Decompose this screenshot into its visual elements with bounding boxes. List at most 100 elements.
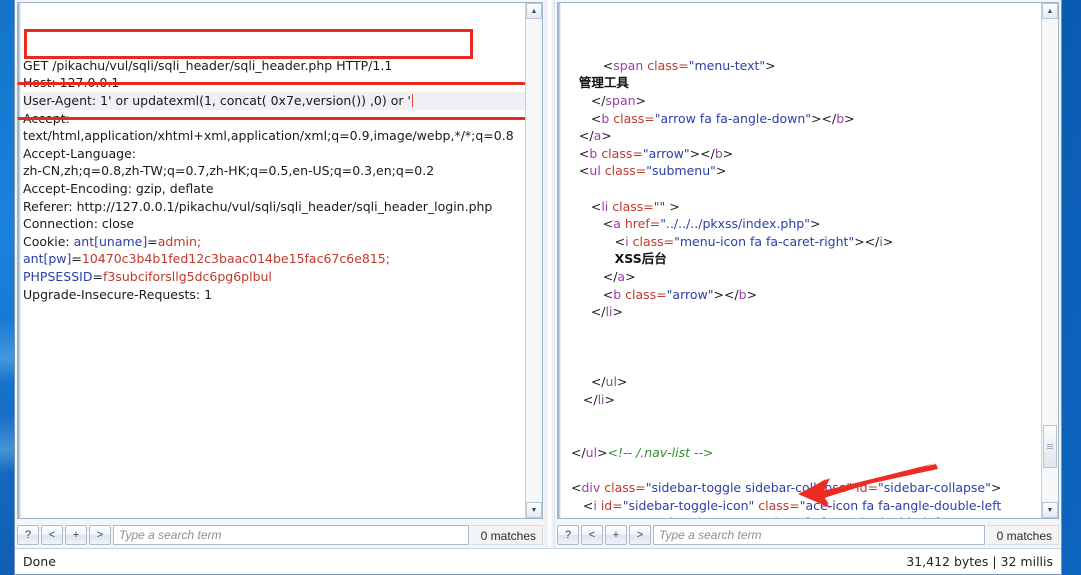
request-scroll-track[interactable] <box>526 19 542 502</box>
request-line[interactable]: ant[pw]=10470c3b4b1fed12c3baac014be15fac… <box>23 250 525 268</box>
response-line[interactable]: <b class="arrow fa fa-angle-down"></b> <box>563 110 1041 128</box>
scroll-down-icon[interactable]: ▼ <box>1042 502 1058 518</box>
response-line[interactable]: <ul class="submenu"> <box>563 162 1041 180</box>
find-next-button[interactable]: > <box>89 524 111 545</box>
response-line[interactable]: </ul> <box>563 373 1041 391</box>
annotation-strike-overlay <box>18 82 525 86</box>
code-token: </ <box>590 92 606 108</box>
response-line[interactable]: <div class="sidebar-toggle sidebar-colla… <box>563 479 1041 497</box>
request-line[interactable]: Referer: http://127.0.0.1/pikachu/vul/sq… <box>23 198 525 216</box>
code-token: span <box>613 57 648 73</box>
code-token: > <box>990 480 1002 496</box>
scroll-up-icon[interactable]: ▲ <box>1042 3 1058 19</box>
code-token: < <box>590 198 602 214</box>
pane-splitter[interactable] <box>545 0 555 548</box>
request-line[interactable]: Cookie: ant[uname]=admin; <box>23 233 525 251</box>
find-next-button[interactable]: > <box>629 524 651 545</box>
code-token: b <box>613 286 626 302</box>
request-line[interactable]: Host: 127.0.0.1 <box>18 74 525 92</box>
request-line[interactable]: text/html,application/xhtml+xml,applicat… <box>23 127 525 145</box>
response-line[interactable] <box>563 356 1041 374</box>
find-help-button[interactable]: ? <box>17 524 39 545</box>
response-line[interactable] <box>563 180 1041 198</box>
request-line[interactable]: PHPSESSID=f3subciforsllg5dc6pg6plbul <box>23 268 525 286</box>
code-token: Upgrade-Insecure-Requests: 1 <box>23 286 213 302</box>
request-line[interactable]: Accept-Encoding: gzip, deflate <box>23 180 525 198</box>
response-line[interactable] <box>563 321 1041 339</box>
code-token: </ <box>590 374 606 390</box>
scroll-up-icon[interactable]: ▲ <box>526 3 542 19</box>
response-line[interactable]: <i id="sidebar-toggle-icon" class="ace-i… <box>563 497 1041 515</box>
request-editor[interactable]: GET /pikachu/vul/sqli/sqli_header/sqli_h… <box>18 3 525 518</box>
response-line[interactable] <box>563 338 1041 356</box>
response-line[interactable]: <b class="arrow"></b> <box>563 286 1041 304</box>
code-token: Accept-Language: <box>23 145 137 161</box>
code-token: class= <box>613 110 655 126</box>
response-line[interactable]: <li class="" > <box>563 198 1041 216</box>
code-token: "menu-icon fa fa-caret-right" <box>674 233 855 249</box>
code-token: Referer: http://127.0.0.1/pikachu/vul/sq… <box>23 198 493 214</box>
code-token: < <box>578 163 590 179</box>
code-token: > <box>616 374 628 390</box>
response-line[interactable]: 管理工具 <box>563 74 1041 92</box>
code-token: span <box>605 92 636 108</box>
find-prev-button[interactable]: < <box>41 524 63 545</box>
code-token: class= <box>612 198 654 214</box>
code-token: > <box>604 392 615 408</box>
response-line[interactable]: XSS后台 <box>563 250 1041 268</box>
request-pane: GET /pikachu/vul/sqli/sqli_header/sqli_h… <box>15 0 545 548</box>
code-token: > <box>722 145 734 161</box>
request-line[interactable]: zh-CN,zh;q=0.8,zh-TW;q=0.7,zh-HK;q=0.5,e… <box>23 162 525 180</box>
request-search-input[interactable]: Type a search term <box>113 524 469 545</box>
response-line[interactable]: </li> <box>563 303 1041 321</box>
code-token: "arrow" <box>642 145 690 161</box>
code-token: text/html,application/xhtml+xml,applicat… <box>23 128 514 144</box>
code-token: > <box>635 92 647 108</box>
response-viewer[interactable]: <span class="menu-text"> 管理工具 </span> <b… <box>558 3 1041 518</box>
request-line[interactable]: Upgrade-Insecure-Requests: 1 <box>23 286 525 304</box>
code-token: ></ <box>689 145 715 161</box>
request-line[interactable]: GET /pikachu/vul/sqli/sqli_header/sqli_h… <box>23 57 525 75</box>
find-add-button[interactable]: + <box>65 524 87 545</box>
code-token: < <box>578 145 590 161</box>
request-vertical-scrollbar[interactable]: ▲ ▼ <box>525 3 542 518</box>
code-token: class= <box>601 145 643 161</box>
find-help-button[interactable]: ? <box>557 524 579 545</box>
response-line[interactable]: </a> <box>563 268 1041 286</box>
code-token: ></ <box>811 110 837 126</box>
response-line[interactable] <box>563 461 1041 479</box>
request-line[interactable]: Accept: <box>18 110 525 128</box>
request-line[interactable]: User-Agent: 1' or updatexml(1, concat( 0… <box>23 91 525 110</box>
response-line[interactable]: </span> <box>563 92 1041 110</box>
response-line[interactable]: </li> <box>563 391 1041 409</box>
scroll-down-icon[interactable]: ▼ <box>526 502 542 518</box>
response-line[interactable]: <a href="../../../pkxss/index.php"> <box>563 215 1041 233</box>
response-line[interactable]: <b class="arrow"></b> <box>563 145 1041 163</box>
response-scroll-track[interactable] <box>1042 19 1058 502</box>
code-token: User-Agent: 1' or updatexml(1, concat( 0… <box>23 92 411 108</box>
response-line[interactable] <box>563 426 1041 444</box>
response-line[interactable]: </a> <box>563 127 1041 145</box>
code-token: "../../../pkxss/index.php" <box>660 216 810 232</box>
request-line[interactable]: Connection: close <box>23 215 525 233</box>
response-line[interactable]: </ul><!-- /.nav-list --> <box>563 444 1041 462</box>
find-add-button[interactable]: + <box>605 524 627 545</box>
http-inspector-window: GET /pikachu/vul/sqli/sqli_header/sqli_h… <box>14 0 1062 575</box>
code-token: ></ <box>713 286 739 302</box>
code-token: ul <box>585 444 598 460</box>
response-search-input[interactable]: Type a search term <box>653 524 985 545</box>
response-vertical-scrollbar[interactable]: ▲ ▼ <box>1041 3 1058 518</box>
response-line[interactable]: ace-save-state" data-icon1="ace-icon fa … <box>563 514 1041 518</box>
response-line[interactable] <box>563 409 1041 427</box>
code-token: = <box>147 233 158 249</box>
response-line[interactable]: <span class="menu-text"> <box>563 57 1041 75</box>
response-scroll-thumb[interactable] <box>1043 424 1057 469</box>
code-token: class= <box>758 497 800 513</box>
code-token: "menu-text" <box>688 57 766 73</box>
find-prev-button[interactable]: < <box>581 524 603 545</box>
code-token: f3subciforsllg5dc6pg6plbul <box>102 268 272 284</box>
request-line[interactable]: Accept-Language: <box>23 145 525 163</box>
response-line[interactable]: <i class="menu-icon fa fa-caret-right"><… <box>563 233 1041 251</box>
